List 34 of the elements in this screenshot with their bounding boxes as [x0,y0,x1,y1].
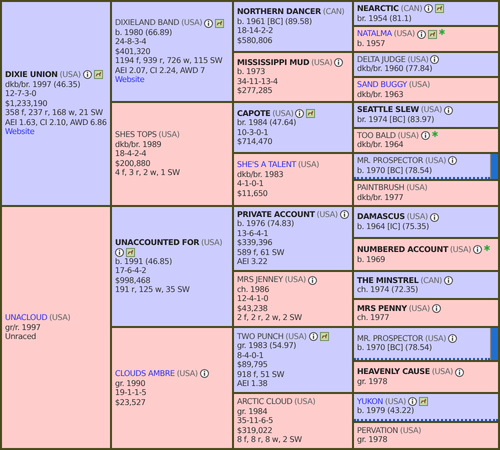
info-icon[interactable] [454,368,464,377]
asterisk-icon [484,245,490,252]
info-icon[interactable] [295,108,304,118]
info-icon[interactable] [448,334,458,343]
info-icon[interactable] [340,210,349,220]
info-icon[interactable] [448,156,458,166]
info-icon[interactable] [424,4,434,14]
photo-icon[interactable] [215,18,224,28]
photo-icon[interactable] [126,248,135,257]
info-icon[interactable] [444,276,453,285]
info-icon[interactable] [432,304,441,313]
info-icon[interactable] [420,130,430,140]
asterisk-icon [432,130,438,137]
info-icon[interactable] [473,245,482,254]
info-icon[interactable] [408,397,417,406]
info-icon[interactable] [204,18,214,28]
info-icon[interactable] [430,212,439,222]
info-icon[interactable] [308,332,318,341]
photo-icon[interactable] [94,70,103,80]
asterisk-icon [438,29,445,36]
photo-icon[interactable] [435,4,444,14]
photo-icon[interactable] [306,108,316,118]
info-icon[interactable] [444,106,453,115]
info-icon[interactable] [430,55,440,64]
photo-icon[interactable] [418,397,428,406]
info-icon[interactable] [82,70,92,80]
info-icon[interactable] [308,276,317,285]
info-icon[interactable] [334,58,344,68]
side-tab[interactable] [490,154,498,180]
photo-icon[interactable] [320,332,329,341]
info-icon[interactable] [200,369,209,378]
info-icon[interactable] [115,248,124,257]
info-icon[interactable] [416,30,426,39]
photo-icon[interactable] [428,30,437,39]
